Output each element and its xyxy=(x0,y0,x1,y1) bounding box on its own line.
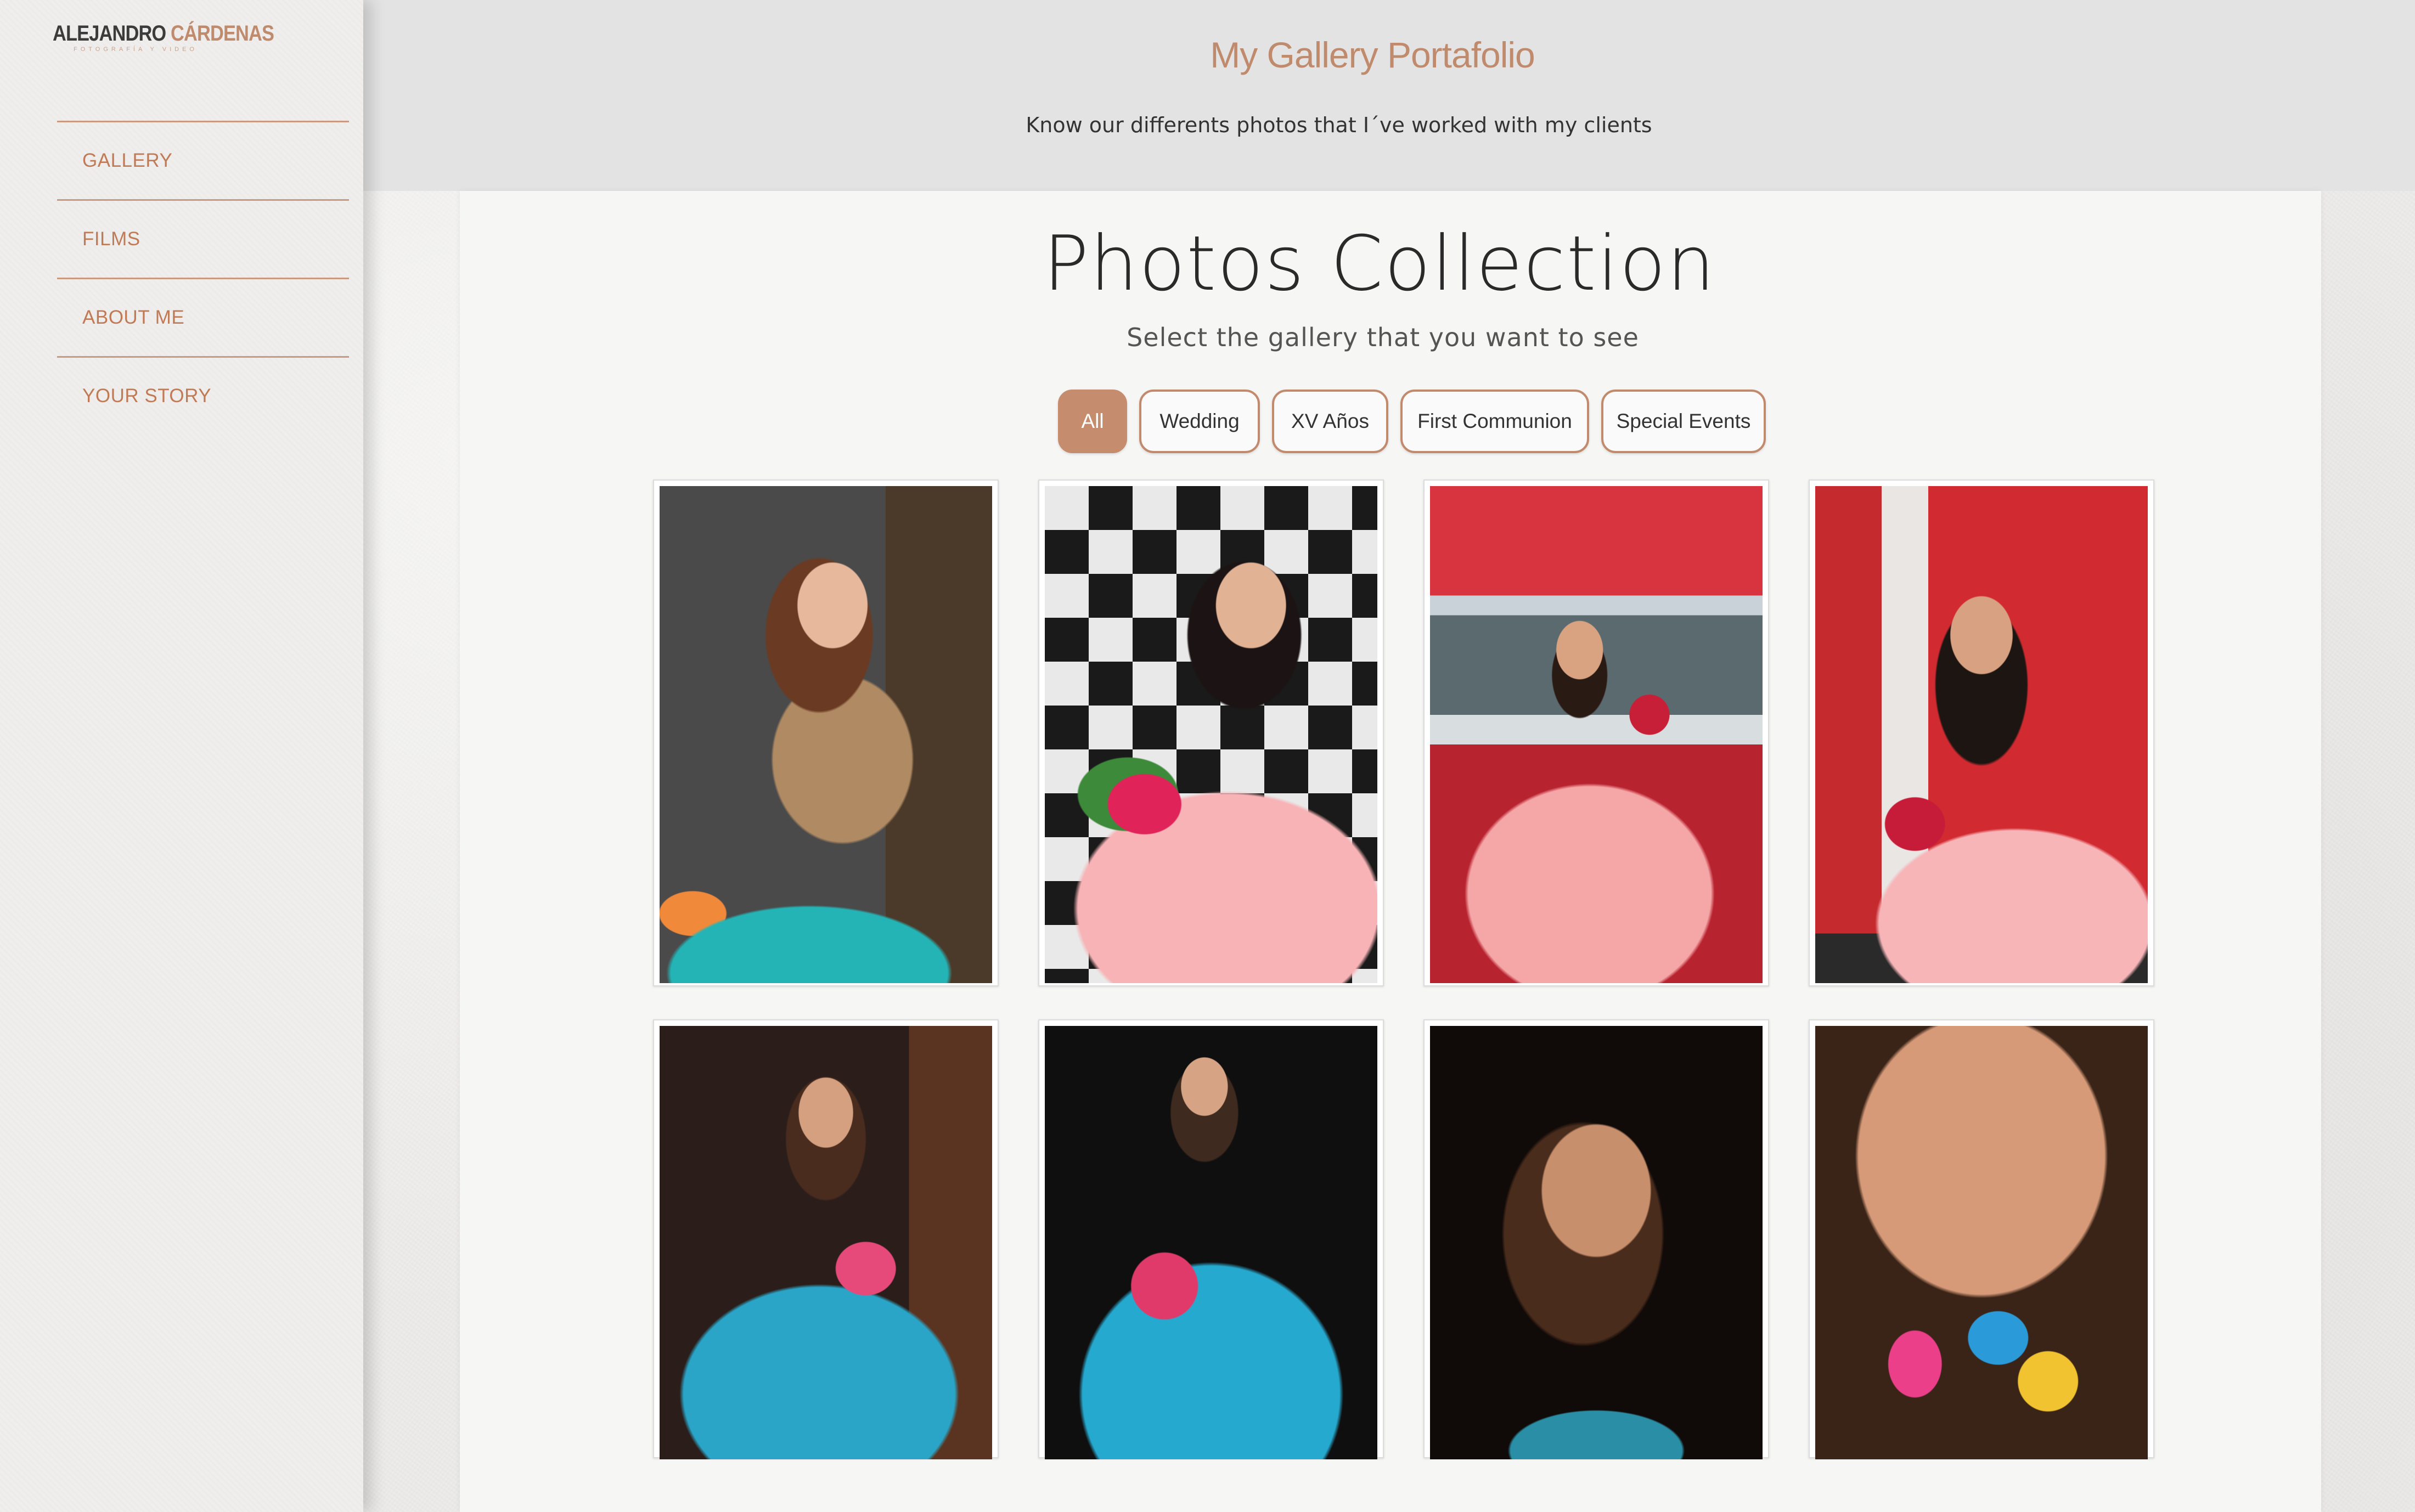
photo-image xyxy=(1430,486,1763,983)
filter-xv-anos-button[interactable]: XV Años xyxy=(1272,390,1388,453)
photo-image xyxy=(1815,1026,2148,1459)
brand-last-name: CÁRDENAS xyxy=(171,21,274,46)
filter-first-communion-button[interactable]: First Communion xyxy=(1400,390,1589,453)
gallery-photo[interactable] xyxy=(1809,1019,2154,1459)
brand-logo[interactable]: ALEJANDRO CÁRDENAS FOTOGRAFÍA Y VIDEO xyxy=(47,15,289,59)
photo-image xyxy=(1815,486,2148,983)
gallery-photo[interactable] xyxy=(1423,1019,1769,1459)
sidebar-nav: GALLERY FILMS ABOUT ME YOUR STORY xyxy=(57,121,349,435)
sidebar-item-films[interactable]: FILMS xyxy=(57,199,349,278)
brand-first-name: ALEJANDRO xyxy=(53,21,166,46)
sidebar-item-label: FILMS xyxy=(82,228,140,250)
page-title: My Gallery Portafolio xyxy=(1210,35,1535,75)
sidebar-item-label: GALLERY xyxy=(82,150,173,171)
sidebar-item-gallery[interactable]: GALLERY xyxy=(57,121,349,199)
gallery-filters: All Wedding XV Años First Communion Spec… xyxy=(1058,390,1766,456)
page-header: My Gallery Portafolio Know our different… xyxy=(363,0,2415,191)
gallery-photo[interactable] xyxy=(1038,479,1384,986)
filter-special-events-button[interactable]: Special Events xyxy=(1601,390,1766,453)
photo-image xyxy=(1045,1026,1377,1459)
filter-all-button[interactable]: All xyxy=(1058,390,1127,453)
sidebar-item-your-story[interactable]: YOUR STORY xyxy=(57,356,349,435)
gallery-photo[interactable] xyxy=(1038,1019,1384,1459)
gallery-photo[interactable] xyxy=(1423,479,1769,986)
sidebar: ALEJANDRO CÁRDENAS FOTOGRAFÍA Y VIDEO GA… xyxy=(0,0,363,1512)
gallery-photo[interactable] xyxy=(653,1019,999,1459)
brand-tagline: FOTOGRAFÍA Y VIDEO xyxy=(74,46,198,53)
gallery-photo[interactable] xyxy=(653,479,999,986)
photo-image xyxy=(1045,486,1377,983)
gallery-card: Photos Collection Select the gallery tha… xyxy=(460,191,2321,1512)
filter-wedding-button[interactable]: Wedding xyxy=(1139,390,1260,453)
photo-image xyxy=(660,1026,992,1459)
collection-subtitle: Select the gallery that you want to see xyxy=(1127,323,1639,352)
brand-wordmark: ALEJANDRO CÁRDENAS FOTOGRAFÍA Y VIDEO xyxy=(53,21,310,53)
gallery-photo[interactable] xyxy=(1809,479,2154,986)
page-subtitle: Know our differents photos that I´ve wor… xyxy=(1026,113,1652,137)
sidebar-item-about-me[interactable]: ABOUT ME xyxy=(57,278,349,356)
collection-title: Photos Collection xyxy=(1043,219,1716,308)
photo-image xyxy=(1430,1026,1763,1459)
photo-image xyxy=(660,486,992,983)
sidebar-item-label: ABOUT ME xyxy=(82,307,185,328)
sidebar-item-label: YOUR STORY xyxy=(82,385,212,407)
